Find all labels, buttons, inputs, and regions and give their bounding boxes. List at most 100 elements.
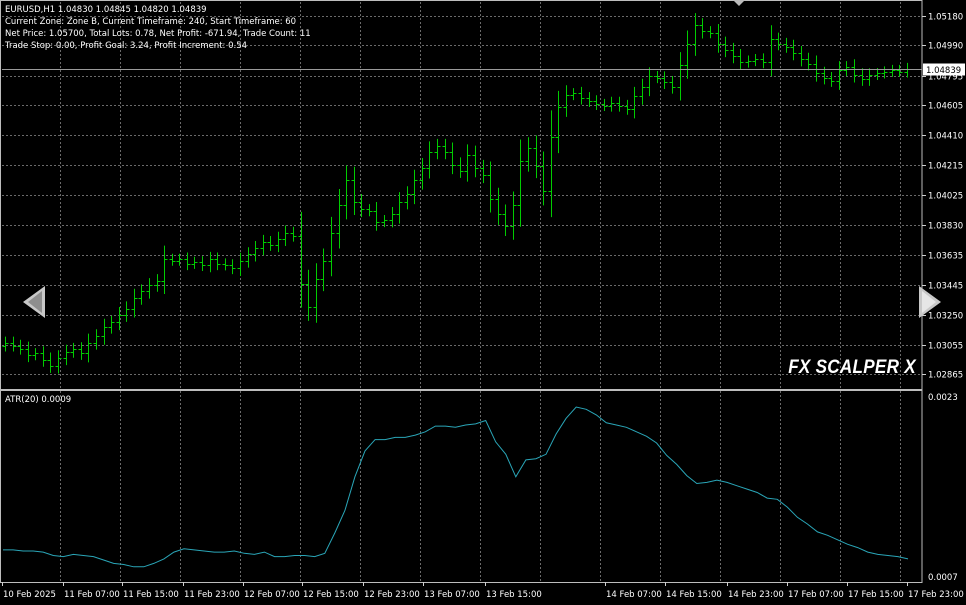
candle bbox=[533, 135, 540, 179]
candle bbox=[639, 78, 646, 105]
candle bbox=[85, 333, 92, 363]
candle bbox=[290, 226, 297, 242]
symbol-line: EURUSD,H1 1.04830 1.04845 1.04820 1.0483… bbox=[5, 5, 207, 15]
candle bbox=[502, 204, 509, 237]
candle bbox=[790, 39, 797, 61]
candle bbox=[222, 258, 229, 271]
candle bbox=[199, 256, 206, 272]
candle bbox=[851, 59, 858, 83]
time-tick-label: 12 Feb 07:00 bbox=[244, 590, 300, 600]
time-tick-label: 12 Feb 15:00 bbox=[303, 590, 359, 600]
price-tick-label: 1.04990 bbox=[928, 42, 963, 52]
candle bbox=[305, 269, 312, 321]
candle bbox=[525, 137, 532, 172]
candle bbox=[669, 75, 676, 94]
candle bbox=[2, 336, 9, 352]
candle bbox=[93, 329, 100, 350]
candle bbox=[707, 26, 714, 39]
candle bbox=[161, 245, 168, 294]
candle bbox=[449, 142, 456, 175]
candle bbox=[866, 68, 873, 86]
candle bbox=[320, 248, 327, 292]
price-tick-label: 1.05180 bbox=[928, 13, 963, 23]
price-tick-label: 1.04215 bbox=[928, 162, 963, 172]
candle bbox=[123, 301, 130, 322]
price-tick-label: 1.03055 bbox=[928, 342, 963, 352]
time-tick-label: 14 Feb 23:00 bbox=[728, 590, 784, 600]
last-price-label: 1.04839 bbox=[926, 66, 961, 76]
candle bbox=[555, 90, 562, 154]
atr-line bbox=[3, 406, 909, 568]
atr-frame bbox=[0, 390, 923, 583]
candle bbox=[517, 139, 524, 227]
price-tick-label: 1.03635 bbox=[928, 252, 963, 262]
price-candles bbox=[2, 13, 911, 374]
time-tick-label: 12 Feb 23:00 bbox=[364, 590, 420, 600]
time-tick-label: 17 Feb 23:00 bbox=[908, 590, 964, 600]
candle bbox=[654, 71, 661, 84]
candle bbox=[836, 61, 843, 90]
time-tick-label: 13 Feb 15:00 bbox=[486, 590, 542, 600]
price-tick-label: 1.04605 bbox=[928, 102, 963, 112]
candle bbox=[828, 71, 835, 87]
candle bbox=[138, 284, 145, 305]
scroll-marker-icon[interactable] bbox=[733, 0, 745, 6]
candle bbox=[859, 68, 866, 86]
atr-tick-label: 0.0023 bbox=[928, 393, 958, 403]
candle bbox=[472, 145, 479, 178]
candle bbox=[146, 278, 153, 299]
candle bbox=[237, 252, 244, 276]
time-tick-label: 17 Feb 15:00 bbox=[848, 590, 904, 600]
candle bbox=[260, 234, 267, 256]
candle bbox=[442, 138, 449, 160]
candle bbox=[480, 159, 487, 184]
time-tick-label: 13 Feb 07:00 bbox=[424, 590, 480, 600]
time-tick-label: 10 Feb 2025 bbox=[3, 590, 56, 600]
candle bbox=[366, 204, 373, 217]
candle bbox=[154, 274, 161, 292]
candle bbox=[328, 216, 335, 277]
brand-logo: FX SCALPER X bbox=[788, 357, 916, 378]
candle bbox=[563, 85, 570, 117]
candle bbox=[313, 263, 320, 323]
candle bbox=[131, 288, 138, 318]
atr-axis: 0.0023 0.0007 bbox=[928, 393, 958, 583]
candle bbox=[47, 352, 54, 373]
time-tick-label: 11 Feb 07:00 bbox=[64, 590, 120, 600]
candle bbox=[63, 344, 70, 366]
candle bbox=[434, 138, 441, 160]
candle bbox=[843, 61, 850, 76]
candle bbox=[684, 30, 691, 79]
candle bbox=[229, 259, 236, 275]
candle bbox=[737, 49, 744, 70]
candle bbox=[426, 141, 433, 179]
candle bbox=[267, 236, 274, 251]
info-line-net: Net Price: 1.05700, Total Lots: 0.78, Ne… bbox=[5, 29, 311, 39]
candle bbox=[275, 231, 282, 253]
candle bbox=[624, 99, 631, 115]
candle bbox=[783, 37, 790, 53]
candle bbox=[798, 45, 805, 67]
candle bbox=[661, 71, 668, 89]
last-price-tag: 1.04839 bbox=[2, 63, 965, 76]
chevron-left-icon[interactable] bbox=[19, 284, 47, 320]
candle bbox=[116, 306, 123, 331]
time-tick-label: 11 Feb 15:00 bbox=[123, 590, 179, 600]
atr-grid bbox=[60, 391, 901, 582]
chart-canvas: 1.051801.049901.047951.046051.044101.042… bbox=[0, 0, 965, 600]
candle bbox=[373, 202, 380, 231]
candle bbox=[722, 36, 729, 58]
candle bbox=[601, 98, 608, 111]
candle bbox=[252, 241, 259, 262]
time-axis: 10 Feb 2025 11 Feb 07:00 11 Feb 15:00 11 Fe… bbox=[2, 582, 964, 600]
candle bbox=[191, 256, 198, 269]
candle bbox=[396, 192, 403, 224]
candle bbox=[904, 62, 911, 78]
candle bbox=[745, 55, 752, 68]
candle bbox=[245, 247, 252, 268]
atr-series-line bbox=[3, 406, 909, 568]
candle bbox=[343, 165, 350, 220]
chevron-right-icon[interactable] bbox=[917, 284, 945, 320]
main-grid bbox=[2, 2, 922, 389]
candle bbox=[896, 64, 903, 77]
